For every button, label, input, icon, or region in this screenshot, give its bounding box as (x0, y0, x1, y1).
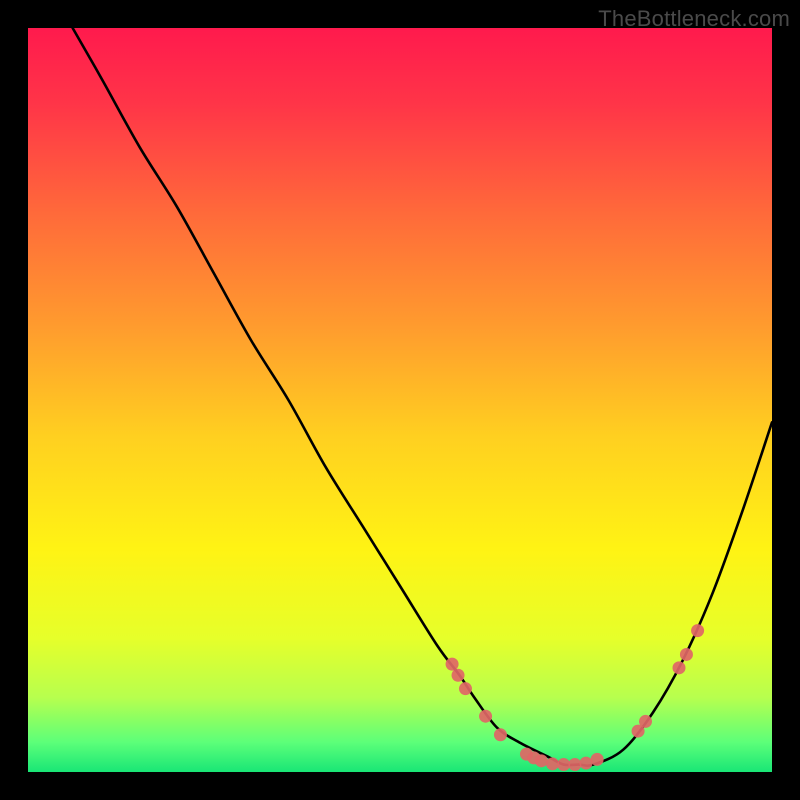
plot-area (28, 28, 772, 772)
chart-frame: TheBottleneck.com (0, 0, 800, 800)
background-gradient (28, 28, 772, 772)
